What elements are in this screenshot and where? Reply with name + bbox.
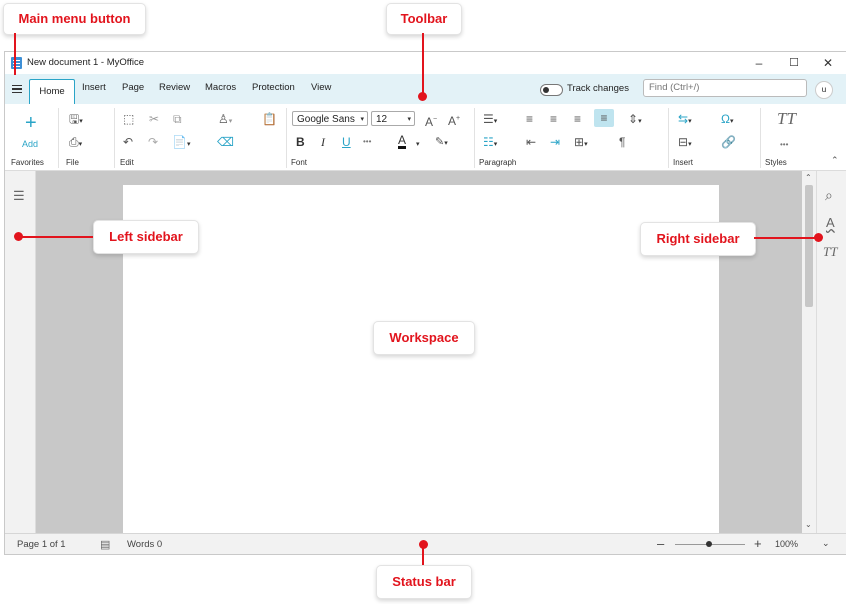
zoom-in-button[interactable]: +: [754, 536, 762, 551]
decrease-indent-icon[interactable]: ⇤: [526, 135, 536, 149]
link-icon[interactable]: 🔗: [721, 135, 736, 149]
styles-icon[interactable]: TT: [777, 110, 796, 127]
font-color-icon[interactable]: A: [398, 134, 407, 149]
paste-icon[interactable]: 📄▾: [172, 135, 190, 152]
document-icon: [11, 57, 22, 69]
group-styles-label: Styles: [765, 158, 787, 167]
justify-icon[interactable]: ≡: [594, 109, 614, 127]
vertical-scrollbar[interactable]: ⌃ ⌄: [802, 171, 816, 533]
table-icon[interactable]: ⊟▾: [678, 135, 692, 152]
group-font-label: Font: [291, 158, 308, 167]
group-paragraph-label: Paragraph: [479, 158, 517, 167]
undo-icon[interactable]: ↶: [123, 135, 133, 149]
font-color-dropdown-icon[interactable]: ▾: [416, 138, 420, 152]
find-input[interactable]: [643, 79, 807, 97]
scroll-up-icon[interactable]: ⌃: [805, 171, 812, 185]
zoom-out-button[interactable]: –: [657, 536, 664, 551]
zoom-dropdown-icon[interactable]: ⌄: [822, 538, 830, 549]
annotation-workspace: Workspace: [373, 321, 475, 355]
save-icon[interactable]: 🖫▾: [69, 112, 83, 129]
styles-more-button[interactable]: •••: [780, 138, 788, 152]
annotation-status-bar: Status bar: [376, 565, 472, 599]
spell-check-icon[interactable]: A: [826, 216, 835, 230]
font-family-select[interactable]: Google Sans ▾: [292, 111, 368, 126]
user-avatar[interactable]: u: [815, 81, 833, 99]
group-file-label: File: [66, 158, 79, 167]
tab-page[interactable]: Page: [122, 82, 144, 93]
document-page[interactable]: [123, 185, 719, 533]
font-family-value: Google Sans: [297, 114, 355, 125]
align-right-icon[interactable]: ≡: [574, 112, 581, 126]
group-insert-label: Insert: [673, 158, 694, 167]
toolbar-ribbon: + Add Favorites 🖫▾ ⎙▾ File ⬚ ✂ ⧉ ♙▾ 📋 ↶ …: [5, 104, 846, 171]
bullet-list-icon[interactable]: ☰▾: [483, 112, 497, 129]
annotation-toolbar: Toolbar: [386, 3, 462, 35]
main-menu-button[interactable]: [12, 85, 22, 94]
increase-font-icon[interactable]: A+: [448, 112, 460, 128]
track-changes-label: Track changes: [567, 83, 629, 94]
close-button[interactable]: ✕: [813, 54, 843, 72]
styles-panel-icon[interactable]: TT: [823, 245, 837, 259]
scroll-down-icon[interactable]: ⌄: [805, 518, 812, 532]
app-window: New document 1 - MyOffice – ☐ ✕ Home Ins…: [4, 51, 846, 555]
increase-indent-icon[interactable]: ⇥: [550, 135, 560, 149]
annotation-right-sidebar: Right sidebar: [640, 222, 756, 256]
track-changes-toggle[interactable]: [540, 84, 563, 96]
font-size-select[interactable]: 12 ▾: [371, 111, 415, 126]
more-font-button[interactable]: •••: [363, 135, 371, 149]
print-icon[interactable]: ⎙▾: [69, 135, 82, 152]
italic-button[interactable]: I: [321, 135, 325, 149]
title-bar: New document 1 - MyOffice – ☐ ✕: [5, 52, 846, 74]
bold-button[interactable]: B: [296, 135, 305, 149]
underline-button[interactable]: U: [342, 135, 351, 149]
tab-macros[interactable]: Macros: [205, 82, 236, 93]
group-edit-label: Edit: [120, 158, 134, 167]
copy-icon[interactable]: ⧉: [173, 112, 182, 126]
word-count-icon: ▤: [100, 539, 111, 551]
annotation-left-sidebar: Left sidebar: [93, 220, 199, 254]
tab-view[interactable]: View: [311, 82, 331, 93]
group-favorites-label: Favorites: [11, 158, 44, 167]
align-left-icon[interactable]: ≡: [526, 112, 533, 126]
annotation-main-menu-button: Main menu button: [3, 3, 146, 35]
page-break-icon[interactable]: ⇆▾: [678, 112, 692, 129]
decrease-font-icon[interactable]: A−: [425, 113, 437, 129]
line-spacing-icon[interactable]: ⇕▾: [628, 112, 642, 129]
word-count: Words 0: [127, 539, 163, 550]
tab-home[interactable]: Home: [29, 79, 75, 105]
numbered-list-icon[interactable]: ☷▾: [483, 135, 497, 152]
page-count: Page 1 of 1: [17, 539, 66, 550]
tab-protection[interactable]: Protection: [252, 82, 295, 93]
right-sidebar: ⌕ A TT: [816, 171, 846, 533]
format-painter-icon[interactable]: ♙▾: [218, 112, 232, 129]
maximize-button[interactable]: ☐: [779, 54, 809, 72]
left-sidebar: ☰: [5, 171, 36, 533]
search-icon[interactable]: ⌕: [825, 188, 833, 202]
add-favorite-icon[interactable]: +: [25, 113, 37, 133]
zoom-slider-thumb[interactable]: [706, 541, 712, 547]
minimize-button[interactable]: –: [744, 54, 774, 72]
window-title: New document 1 - MyOffice: [27, 57, 145, 68]
special-char-icon[interactable]: Ω▾: [721, 112, 734, 129]
clear-format-icon[interactable]: ⌫: [217, 135, 234, 149]
highlight-icon[interactable]: ✎▾: [435, 135, 448, 151]
outline-icon[interactable]: ☰: [13, 189, 25, 203]
select-icon[interactable]: ⬚: [123, 112, 134, 126]
clipboard-icon[interactable]: 📋: [262, 112, 277, 126]
tab-insert[interactable]: Insert: [82, 82, 106, 93]
cut-icon[interactable]: ✂: [149, 112, 159, 126]
zoom-level[interactable]: 100%: [775, 539, 798, 549]
borders-icon[interactable]: ⊞▾: [574, 135, 588, 152]
tab-review[interactable]: Review: [159, 82, 190, 93]
font-size-value: 12: [376, 114, 388, 125]
pilcrow-button[interactable]: ¶: [619, 135, 625, 149]
scroll-thumb[interactable]: [805, 185, 813, 307]
redo-icon[interactable]: ↷: [148, 135, 158, 149]
align-center-icon[interactable]: ≡: [550, 112, 557, 126]
collapse-ribbon-icon[interactable]: ⌃: [831, 153, 839, 167]
add-favorite-label[interactable]: Add: [22, 137, 38, 151]
